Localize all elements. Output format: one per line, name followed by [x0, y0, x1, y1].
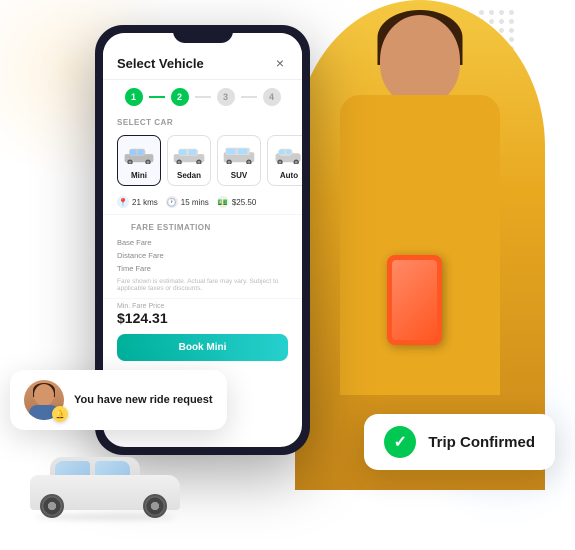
car-option-mini[interactable]: Mini — [117, 135, 161, 186]
min-fare-label: Min. Fare Price — [117, 303, 288, 310]
confirm-check-circle: ✓ — [384, 426, 416, 458]
trip-confirmed-card: ✓ Trip Confirmed — [364, 414, 555, 470]
car-option-sedan[interactable]: Sedan — [167, 135, 211, 186]
step-indicator: 1 2 3 4 — [103, 80, 302, 114]
time-fare-label: Time Fare — [117, 264, 151, 273]
notification-card: 🔔 You have new ride request — [10, 370, 227, 430]
car-illustration — [20, 455, 190, 520]
base-fare-label: Base Fare — [117, 238, 152, 247]
step-2[interactable]: 2 — [171, 88, 189, 106]
step-1[interactable]: 1 — [125, 88, 143, 106]
car-options: Mini Sedan — [103, 131, 302, 190]
distance-fare-label: Distance Fare — [117, 251, 164, 260]
time-info: 🕐 15 mins — [166, 196, 209, 208]
sedan-car-icon — [171, 146, 207, 164]
base-fare-row: Base Fare — [117, 236, 288, 249]
close-icon[interactable]: × — [272, 55, 288, 71]
dollar-icon: 💵 — [217, 196, 229, 208]
checkmark-icon: ✓ — [394, 432, 407, 452]
trip-info: 📍 21 kms 🕐 15 mins 💵 $25.50 — [103, 190, 302, 214]
sedan-label: Sedan — [171, 171, 207, 180]
location-icon: 📍 — [117, 196, 129, 208]
bell-icon: 🔔 — [55, 410, 65, 419]
auto-label: Auto — [271, 171, 302, 180]
min-fare-value: $124.31 — [117, 310, 288, 326]
book-mini-button[interactable]: Book Mini — [117, 334, 288, 361]
car-shadow — [35, 514, 175, 520]
car-option-suv[interactable]: SUV — [217, 135, 261, 186]
time-fare-row: Time Fare — [117, 262, 288, 275]
notification-text: You have new ride request — [74, 393, 213, 407]
trip-confirmed-text: Trip Confirmed — [428, 434, 535, 451]
step-4[interactable]: 4 — [263, 88, 281, 106]
suv-label: SUV — [221, 171, 257, 180]
step-line-3 — [241, 96, 257, 98]
clock-icon: 🕐 — [166, 196, 178, 208]
fare-section-label: FARE ESTIMATION — [117, 219, 288, 236]
car-visual — [20, 455, 185, 520]
fare-note: Fare shown is estimate. Actual fare may … — [117, 275, 288, 294]
avatar-head — [34, 384, 54, 406]
mini-car-icon — [121, 146, 157, 164]
mini-label: Mini — [121, 171, 157, 180]
step-line-2 — [195, 96, 211, 98]
car-option-auto[interactable]: Auto — [267, 135, 302, 186]
distance-info: 📍 21 kms — [117, 196, 158, 208]
min-fare-section: Min. Fare Price $124.31 — [103, 298, 302, 330]
step-line-1 — [149, 96, 165, 98]
modal-title: Select Vehicle — [117, 56, 204, 71]
notification-avatar-container: 🔔 — [24, 380, 64, 420]
phone-notch — [173, 25, 233, 43]
bell-badge: 🔔 — [52, 406, 68, 422]
price-info: 💵 $25.50 — [217, 196, 256, 208]
suv-car-icon — [221, 146, 257, 164]
select-car-label: SELECT CAR — [103, 114, 302, 131]
step-3[interactable]: 3 — [217, 88, 235, 106]
distance-fare-row: Distance Fare — [117, 249, 288, 262]
auto-car-icon — [271, 146, 302, 164]
fare-estimation-section: FARE ESTIMATION Base Fare Distance Fare … — [103, 214, 302, 298]
